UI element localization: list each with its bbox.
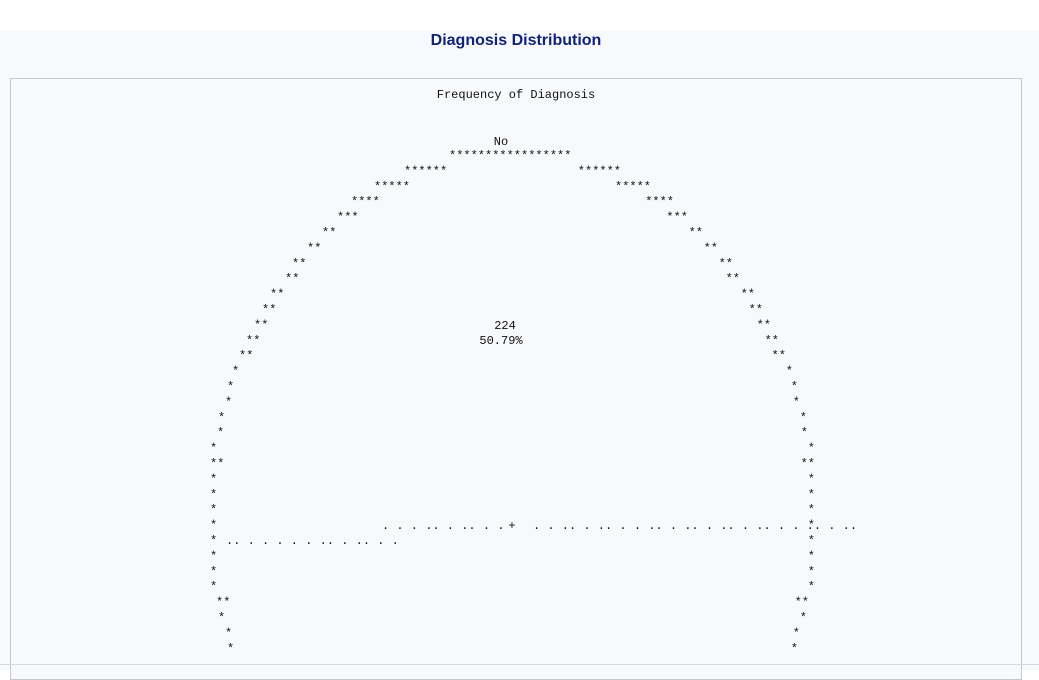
pie-chart: Frequency of Diagnosis No 224 50.79% ***…: [210, 88, 857, 656]
outline-row-left: *: [218, 611, 225, 625]
outline-row-right: *: [808, 534, 815, 548]
outline-row-left: **: [322, 226, 336, 240]
outline-row-left: *: [218, 411, 225, 425]
outline-row-right: **: [757, 318, 771, 332]
outline-row-left: **: [254, 318, 268, 332]
outline-row-right: **: [801, 457, 815, 471]
outline-row-right: *****: [615, 180, 651, 194]
slice-label-no: No: [494, 135, 508, 149]
outline-row-left: *: [210, 488, 217, 502]
outline-row-right: *: [808, 503, 815, 517]
outline-row-left: **: [285, 272, 299, 286]
outline-row-right: **: [704, 241, 718, 255]
outline-row-left: **: [216, 596, 230, 610]
outline-row-left: ***: [337, 211, 359, 225]
outline-row-right: **: [772, 349, 786, 363]
outline-row-right: **: [765, 334, 779, 348]
divider-line-left-lower: .. . . . . . .. . .. . .: [226, 534, 399, 548]
outline-row-right: **: [726, 272, 740, 286]
outline-row-left: *: [227, 642, 234, 656]
outline-row-right: *: [800, 611, 807, 625]
slice-count-no: 224: [494, 319, 516, 333]
outline-row-right: *: [800, 411, 807, 425]
outline-row-left: *: [210, 472, 217, 486]
outline-row-left: *: [210, 442, 217, 456]
outline-row-right: *: [808, 488, 815, 502]
outline-row-right: ******: [578, 164, 621, 178]
outline-row-right: *: [808, 580, 815, 594]
outline-row-right: *: [786, 365, 793, 379]
outline-row-right: *: [808, 549, 815, 563]
outline-row-left: **: [246, 334, 260, 348]
outline-row-right: *: [791, 380, 798, 394]
outline-row-left: **: [262, 303, 276, 317]
outline-row-left: **: [239, 349, 253, 363]
outline-row-right: **: [795, 596, 809, 610]
outline-row-left: *: [210, 534, 217, 548]
outline-row-left: *: [210, 549, 217, 563]
outline-row-left: *: [210, 519, 217, 533]
outline-row-right: *: [793, 395, 800, 409]
outline-row-left: *: [210, 503, 217, 517]
outline-row-left: *: [232, 365, 239, 379]
outline-row-left: *: [225, 395, 232, 409]
divider-line-left-upper: . . . .. . .. . .: [382, 519, 504, 533]
slice-percent-no: 50.79%: [479, 334, 523, 348]
outline-row-right: **: [741, 288, 755, 302]
outline-row-left: **: [270, 288, 284, 302]
outline-row-top: *****************: [449, 149, 571, 163]
outline-row-right: *: [808, 442, 815, 456]
outline-row-left: *: [217, 426, 224, 440]
outline-row-left: *: [225, 626, 232, 640]
divider-line-right: . . .. . .. . . .. . .. . .. . .. . . ..…: [533, 519, 857, 533]
outline-row-right: *: [808, 472, 815, 486]
outline-row-left: *: [210, 580, 217, 594]
outline-row-right: **: [719, 257, 733, 271]
outline-row-left: **: [210, 457, 224, 471]
outline-row-right: *: [791, 642, 798, 656]
outline-row-left: **: [307, 241, 321, 255]
outline-row-left: ******: [404, 164, 447, 178]
outline-row-right: *: [808, 565, 815, 579]
outline-row-right: *: [801, 426, 808, 440]
outline-row-right: ****: [645, 195, 674, 209]
outline-row-left: *: [210, 565, 217, 579]
pie-outline: *********************** *********** ******…: [210, 149, 815, 656]
slice-dividers: . . . .. . .. . . . . .. . .. . . .. . ..…: [226, 519, 857, 548]
outline-row-right: **: [749, 303, 763, 317]
outline-row-left: *****: [374, 180, 410, 194]
outline-row-left: **: [292, 257, 306, 271]
outline-row-right: **: [689, 226, 703, 240]
pie-center-marker: +: [508, 519, 515, 533]
outline-row-right: *: [793, 626, 800, 640]
outline-row-left: ****: [351, 195, 380, 209]
chart-title: Frequency of Diagnosis: [437, 88, 595, 102]
outline-row-right: ***: [666, 211, 688, 225]
outline-row-left: *: [227, 380, 234, 394]
